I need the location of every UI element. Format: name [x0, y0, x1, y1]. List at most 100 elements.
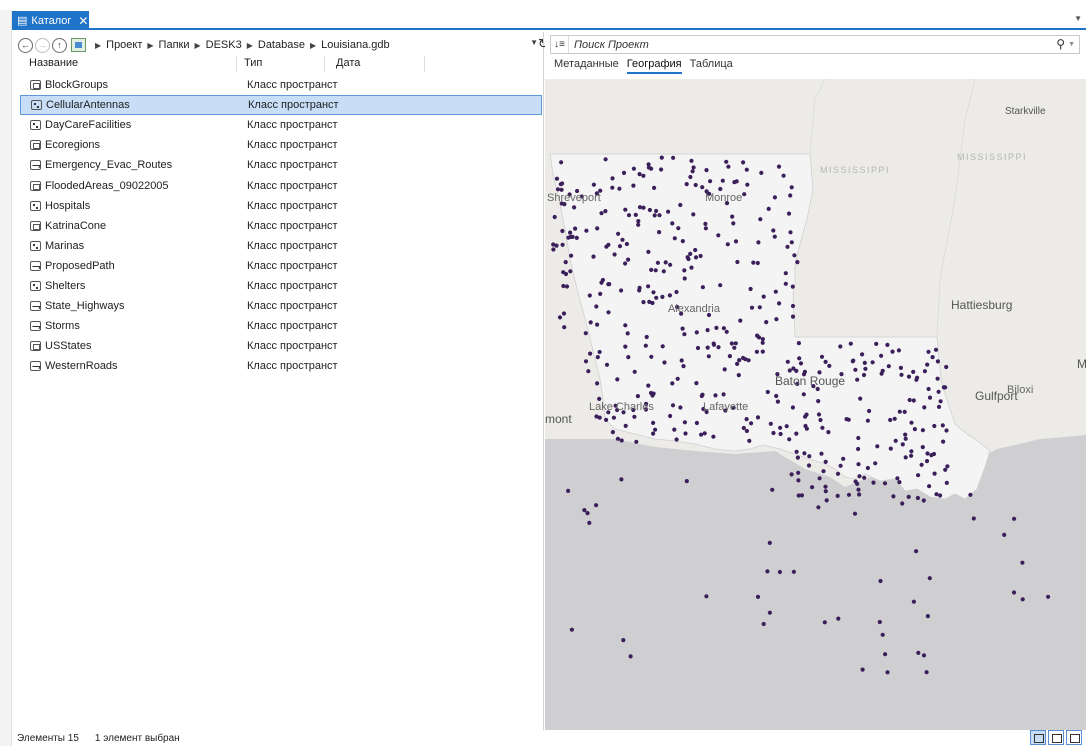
list-view-icon[interactable]	[1048, 730, 1064, 745]
list-item[interactable]: Hospitals Класс пространст	[20, 196, 542, 216]
antenna-point	[595, 355, 600, 360]
antenna-point	[790, 303, 796, 309]
antenna-point	[661, 269, 666, 274]
antenna-point	[823, 489, 828, 494]
list-item[interactable]: Ecoregions Класс пространст	[20, 135, 542, 155]
item-name: Marinas	[45, 239, 85, 252]
antenna-point	[653, 268, 658, 273]
list-item[interactable]: WesternRoads Класс пространст	[20, 356, 542, 376]
breadcrumb-desk3[interactable]: DESK3	[206, 39, 242, 51]
antenna-point	[646, 383, 651, 388]
antenna-point	[672, 236, 677, 241]
antenna-point	[882, 481, 888, 486]
antenna-point	[583, 331, 588, 336]
antenna-point	[822, 620, 827, 625]
back-icon[interactable]: ←	[18, 37, 33, 53]
list-item[interactable]: FloodedAreas_09022005 Класс пространст	[20, 175, 542, 195]
sort-icon[interactable]: ↓≡	[551, 36, 569, 53]
tiles-view-icon[interactable]	[1066, 730, 1082, 745]
map-preview[interactable]: Starkville MISSISSIPPI MISSISSIPPI Shrevepo…	[545, 79, 1086, 730]
column-header-name[interactable]: Название	[18, 56, 237, 72]
antenna-point	[751, 260, 756, 265]
antenna-point	[874, 341, 879, 346]
antenna-point	[747, 438, 752, 443]
antenna-point	[764, 320, 769, 325]
antenna-point	[566, 488, 571, 493]
column-header-date[interactable]: Дата	[325, 56, 425, 72]
antenna-point	[671, 155, 676, 160]
antenna-point	[670, 403, 676, 408]
tab-geography[interactable]: География	[626, 58, 682, 74]
forward-icon[interactable]: →	[35, 37, 50, 53]
antenna-point	[768, 421, 773, 426]
antenna-point	[694, 381, 699, 386]
map-label-monroe: Monroe	[705, 192, 742, 204]
antenna-point	[897, 409, 902, 414]
item-type: Класс пространст	[247, 119, 338, 132]
search-icon[interactable]: ⚲	[1056, 37, 1065, 51]
antenna-point	[680, 326, 685, 331]
preview-tabs: Метаданные География Таблица	[554, 58, 733, 74]
tab-table[interactable]: Таблица	[690, 58, 733, 74]
list-item[interactable]: KatrinaCone Класс пространст	[20, 216, 542, 236]
antenna-point	[886, 364, 891, 369]
search-options-chevron-icon[interactable]: ▼	[1068, 41, 1075, 48]
antenna-point	[785, 244, 790, 249]
antenna-point	[646, 249, 651, 254]
list-item[interactable]: Marinas Класс пространст	[20, 236, 542, 256]
tab-metadata[interactable]: Метаданные	[554, 58, 619, 74]
antenna-point	[922, 369, 927, 374]
antenna-point	[662, 360, 667, 365]
pane-menu-chevron-icon[interactable]: ▼	[1074, 14, 1082, 23]
antenna-point	[865, 465, 870, 471]
item-name: BlockGroups	[45, 79, 108, 92]
close-icon[interactable]: ✕	[78, 15, 88, 27]
column-header-type[interactable]: Тип	[237, 56, 325, 72]
breadcrumb-separator-icon: ▶	[95, 40, 102, 50]
up-icon[interactable]: ↑	[52, 37, 67, 53]
antenna-point	[733, 239, 739, 244]
list-item[interactable]: Shelters Класс пространст	[20, 276, 542, 296]
list-item[interactable]: ProposedPath Класс пространст	[20, 256, 542, 276]
antenna-point	[870, 360, 875, 365]
breadcrumb-database[interactable]: Database	[258, 39, 305, 51]
map-label-starkville: Starkville	[1005, 106, 1046, 117]
list-item[interactable]: DayCareFacilities Класс пространст	[20, 115, 542, 135]
antenna-point	[900, 442, 905, 447]
antenna-point	[852, 511, 858, 516]
antenna-point	[796, 470, 801, 475]
search-input[interactable]: Поиск Проект	[569, 39, 649, 51]
details-view-icon[interactable]	[1030, 730, 1046, 745]
list-item[interactable]: State_Highways Класс пространст	[20, 296, 542, 316]
antenna-point	[690, 169, 695, 174]
antenna-point	[922, 405, 927, 410]
breadcrumb-project[interactable]: Проект	[106, 39, 142, 51]
antenna-point	[610, 185, 615, 190]
antenna-point	[766, 206, 771, 211]
antenna-point	[684, 182, 689, 187]
tab-catalog[interactable]: ▤ Каталог ✕	[12, 11, 89, 30]
item-type: Класс пространст	[247, 159, 338, 172]
antenna-point	[595, 322, 600, 327]
antenna-point	[682, 420, 687, 425]
list-item[interactable]: BlockGroups Класс пространст	[20, 75, 542, 95]
dock-left-edge	[0, 10, 12, 746]
breadcrumb-folders[interactable]: Папки	[159, 39, 190, 51]
antenna-point	[721, 326, 726, 331]
map-label-lake-charles: Lake Charles	[589, 401, 654, 413]
antenna-point	[700, 185, 705, 190]
antenna-point	[668, 262, 673, 267]
antenna-point	[777, 569, 782, 575]
list-item[interactable]: CellularAntennas Класс пространст	[20, 95, 542, 116]
antenna-point	[907, 397, 912, 403]
address-dropdown-icon[interactable]: ▼	[530, 38, 538, 47]
list-item[interactable]: Emergency_Evac_Routes Класс пространст	[20, 155, 542, 175]
list-item[interactable]: USStates Класс пространст	[20, 336, 542, 356]
line-feature-class-icon	[30, 260, 41, 271]
antenna-point	[862, 475, 867, 480]
antenna-point	[855, 377, 860, 382]
list-item[interactable]: Storms Класс пространст	[20, 316, 542, 336]
breadcrumb-louisiana-gdb[interactable]: Louisiana.gdb	[321, 39, 390, 51]
search-box[interactable]: ↓≡ Поиск Проект ⚲ ▼	[550, 35, 1080, 54]
polygon-feature-class-icon	[30, 140, 41, 151]
